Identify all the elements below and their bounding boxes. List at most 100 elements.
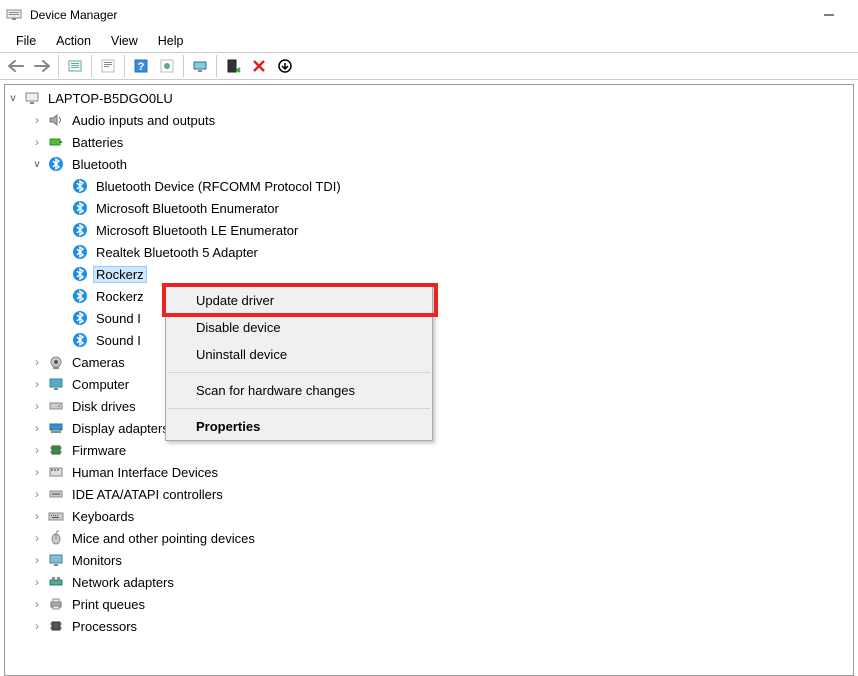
ctx-properties[interactable]: Properties — [166, 413, 432, 440]
tree-category-display[interactable]: Display adapters — [29, 417, 853, 439]
tree-category-hid[interactable]: Human Interface Devices — [29, 461, 853, 483]
menu-action[interactable]: Action — [46, 32, 101, 50]
ctx-uninstall-device[interactable]: Uninstall device — [166, 341, 432, 368]
show-hidden-button[interactable] — [63, 55, 87, 77]
tree-category-firmware[interactable]: Firmware — [29, 439, 853, 461]
ctx-scan-hardware[interactable]: Scan for hardware changes — [166, 377, 432, 404]
expand-icon[interactable] — [29, 486, 45, 502]
uninstall-button[interactable] — [247, 55, 271, 77]
toolbar-separator — [183, 55, 184, 77]
display-adapter-icon — [47, 419, 65, 437]
tree-node-label: Sound I — [93, 310, 144, 327]
expand-icon[interactable] — [29, 376, 45, 392]
tree-node-label: Display adapters — [69, 420, 172, 437]
speaker-icon — [47, 111, 65, 129]
tree-category-computer[interactable]: Computer — [29, 373, 853, 395]
tree-device-item[interactable]: Microsoft Bluetooth LE Enumerator — [53, 219, 853, 241]
tree-root-node[interactable]: LAPTOP-B5DGO0LU — [5, 87, 853, 109]
bluetooth-icon — [71, 287, 89, 305]
bluetooth-icon — [71, 221, 89, 239]
tree-category-keyboards[interactable]: Keyboards — [29, 505, 853, 527]
enable-button[interactable] — [221, 55, 245, 77]
update-driver-button[interactable] — [155, 55, 179, 77]
tree-node-label: LAPTOP-B5DGO0LU — [45, 90, 176, 107]
expand-icon[interactable] — [29, 134, 45, 150]
tree-category-printqueues[interactable]: Print queues — [29, 593, 853, 615]
tree-node-label: Sound I — [93, 332, 144, 349]
menu-file[interactable]: File — [6, 32, 46, 50]
tree-device-item-selected[interactable]: Rockerz — [53, 263, 853, 285]
toolbar-separator — [58, 55, 59, 77]
tree-node-label: Bluetooth — [69, 156, 130, 173]
tree-category-monitors[interactable]: Monitors — [29, 549, 853, 571]
menubar: File Action View Help — [0, 30, 858, 52]
bluetooth-icon — [71, 309, 89, 327]
tree-node-label: Rockerz — [93, 288, 147, 305]
tree-node-label: Audio inputs and outputs — [69, 112, 218, 129]
expand-icon[interactable] — [29, 530, 45, 546]
expand-icon[interactable] — [29, 596, 45, 612]
expand-icon[interactable] — [29, 442, 45, 458]
menu-help[interactable]: Help — [148, 32, 194, 50]
bluetooth-icon — [71, 177, 89, 195]
forward-button[interactable] — [30, 55, 54, 77]
expand-icon[interactable] — [29, 354, 45, 370]
window-title: Device Manager — [30, 8, 806, 22]
tree-node-label: Batteries — [69, 134, 126, 151]
computer-icon — [23, 89, 41, 107]
expand-icon[interactable] — [5, 90, 21, 106]
bluetooth-icon — [71, 265, 89, 283]
tree-category-cameras[interactable]: Cameras — [29, 351, 853, 373]
tree-node-label: Realtek Bluetooth 5 Adapter — [93, 244, 261, 261]
toolbar: ? — [0, 52, 858, 80]
scan-button[interactable] — [188, 55, 212, 77]
help-button[interactable]: ? — [129, 55, 153, 77]
tree-node-label: Human Interface Devices — [69, 464, 221, 481]
expand-icon[interactable] — [29, 552, 45, 568]
hid-icon — [47, 463, 65, 481]
expand-icon[interactable] — [29, 508, 45, 524]
tree-node-label: Microsoft Bluetooth LE Enumerator — [93, 222, 301, 239]
battery-icon — [47, 133, 65, 151]
tree-device-item[interactable]: Bluetooth Device (RFCOMM Protocol TDI) — [53, 175, 853, 197]
ctx-separator — [168, 408, 430, 409]
context-menu: Update driver Disable device Uninstall d… — [165, 286, 433, 441]
tree-category-audio[interactable]: Audio inputs and outputs — [29, 109, 853, 131]
ctx-update-driver[interactable]: Update driver — [166, 287, 432, 314]
minimize-button[interactable] — [806, 0, 852, 30]
disable-button[interactable] — [273, 55, 297, 77]
tree-category-diskdrives[interactable]: Disk drives — [29, 395, 853, 417]
expand-icon[interactable] — [29, 420, 45, 436]
bluetooth-children: Bluetooth Device (RFCOMM Protocol TDI) M… — [29, 175, 853, 351]
tree-category-mice[interactable]: Mice and other pointing devices — [29, 527, 853, 549]
expand-icon[interactable] — [29, 112, 45, 128]
back-button[interactable] — [4, 55, 28, 77]
tree-node-label: Bluetooth Device (RFCOMM Protocol TDI) — [93, 178, 344, 195]
tree-category-batteries[interactable]: Batteries — [29, 131, 853, 153]
bluetooth-icon — [47, 155, 65, 173]
expand-icon[interactable] — [29, 156, 45, 172]
tree-category-processors[interactable]: Processors — [29, 615, 853, 637]
tree-node-label: Rockerz — [93, 266, 147, 283]
tree-device-item[interactable]: Microsoft Bluetooth Enumerator — [53, 197, 853, 219]
expand-icon[interactable] — [29, 618, 45, 634]
ctx-disable-device[interactable]: Disable device — [166, 314, 432, 341]
menu-view[interactable]: View — [101, 32, 148, 50]
device-tree-container[interactable]: LAPTOP-B5DGO0LU Audio inputs and outputs… — [4, 84, 854, 676]
toolbar-separator — [124, 55, 125, 77]
tree-node-label: Network adapters — [69, 574, 177, 591]
tree-node-label: Disk drives — [69, 398, 139, 415]
titlebar: Device Manager — [0, 0, 858, 30]
tree-category-ide[interactable]: IDE ATA/ATAPI controllers — [29, 483, 853, 505]
properties-button[interactable] — [96, 55, 120, 77]
tree-category-network[interactable]: Network adapters — [29, 571, 853, 593]
bluetooth-icon — [71, 243, 89, 261]
printer-icon — [47, 595, 65, 613]
tree-device-item[interactable]: Realtek Bluetooth 5 Adapter — [53, 241, 853, 263]
expand-icon[interactable] — [29, 574, 45, 590]
tree-node-label: IDE ATA/ATAPI controllers — [69, 486, 226, 503]
expand-icon[interactable] — [29, 398, 45, 414]
tree-node-label: Mice and other pointing devices — [69, 530, 258, 547]
expand-icon[interactable] — [29, 464, 45, 480]
tree-category-bluetooth[interactable]: Bluetooth — [29, 153, 853, 175]
